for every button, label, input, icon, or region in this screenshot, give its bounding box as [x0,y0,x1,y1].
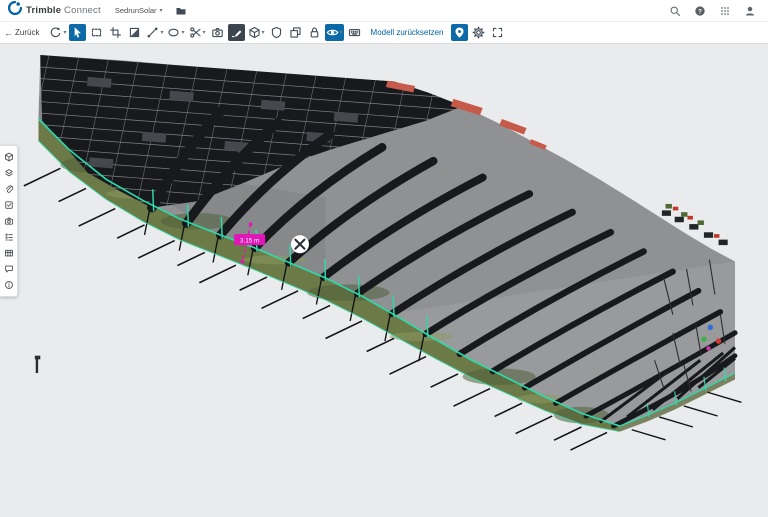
reset-model-button[interactable]: Modell zurücksetzen [365,28,450,37]
sidebar-item-properties[interactable] [1,245,17,261]
orbit-button[interactable]: ▾ [48,24,67,41]
sidebar-item-views[interactable] [1,213,17,229]
area-measure-button[interactable]: ▾ [166,24,185,41]
cube-icon [4,152,14,162]
select-button[interactable] [69,24,86,41]
help-tips-button[interactable] [451,24,468,41]
marquee-icon [90,26,103,39]
crop-button[interactable] [107,24,124,41]
half-square-icon [128,26,141,39]
chevron-down-icon: ▾ [160,8,163,14]
fullscreen-icon [491,26,504,39]
tree-list-icon [4,232,14,242]
keyboard-icon [348,26,361,39]
brand-text: Trimble Connect [26,5,101,16]
chevron-down-icon: ▾ [63,30,66,36]
paperclip-icon [4,184,14,194]
sidebar-item-models[interactable] [1,149,17,165]
viewer-sidebar [0,145,18,297]
chevron-down-icon: ▾ [203,30,206,36]
markup-button[interactable] [228,24,245,41]
help-icon[interactable]: ? [694,5,706,17]
crop-icon [109,26,122,39]
viewer-toolbar: ← Zurück ▾ ▾ ▾ ▾ ▾ ▾ Modell zurücksetzen [0,22,768,44]
folder-icon[interactable] [175,5,187,17]
layers-icon [4,168,14,178]
lock-icon [308,26,321,39]
chevron-down-icon: ▾ [262,30,265,36]
compare-button[interactable] [287,24,304,41]
section-box-button[interactable] [126,24,143,41]
check-square-icon [4,200,14,210]
camera-icon [211,26,224,39]
camera-icon [4,216,14,226]
topbar-actions: ? [669,5,760,17]
chevron-down-icon: ▾ [160,30,163,36]
top-app-bar: Trimble Connect SedrunSolar ▾ ? [0,0,768,22]
measure-icon [146,26,159,39]
toolbar-items: ▾ ▾ ▾ ▾ ▾ ▾ Modell zurücksetzen [48,24,506,41]
ellipse-icon [167,26,180,39]
snapshot-button[interactable] [209,24,226,41]
settings-button[interactable] [470,24,487,41]
back-arrow-icon: ← [4,28,13,38]
ghost-button[interactable] [268,24,285,41]
measurement-label: 3.15 m [240,237,259,244]
scissors-icon [189,26,202,39]
project-name: SedrunSolar [115,6,157,15]
views-button[interactable]: ▾ [247,24,266,41]
sidebar-item-todos[interactable] [1,197,17,213]
brand-secondary: Connect [64,5,101,16]
cube-icon [248,26,261,39]
shield-icon [270,26,283,39]
fullscreen-button[interactable] [489,24,506,41]
sidebar-item-organizer[interactable] [1,229,17,245]
back-label: Zurück [15,28,39,37]
copy-icon [289,26,302,39]
back-button[interactable]: ← Zurück [4,28,39,38]
pin-icon [453,26,466,39]
measure-button[interactable]: ▾ [145,24,164,41]
sidebar-item-comments[interactable] [1,261,17,277]
chevron-down-icon: ▾ [181,30,184,36]
project-selector[interactable]: SedrunSolar ▾ [115,6,163,15]
gear-icon [472,26,485,39]
table-icon [4,248,14,258]
shortcuts-button[interactable] [346,24,363,41]
3d-viewport[interactable]: 3.15 m [0,44,768,512]
svg-text:?: ? [698,8,702,15]
chevron-down-icon: ▾ [340,30,343,36]
sidebar-item-layers[interactable] [1,165,17,181]
trimble-logo-icon [8,1,22,20]
brand-primary: Trimble [26,5,61,16]
tools-marker[interactable] [291,235,309,253]
comment-icon [4,264,14,274]
viewport-container: 3.15 m [0,44,768,512]
lock-button[interactable] [306,24,323,41]
cursor-icon [71,26,84,39]
apps-grid-icon[interactable] [719,5,731,17]
info-icon [4,280,14,290]
orbit-icon [49,26,62,39]
marquee-button[interactable] [88,24,105,41]
sidebar-item-attachments[interactable] [1,181,17,197]
search-icon[interactable] [669,5,681,17]
visibility-button[interactable]: ▾ [325,24,344,41]
clip-button[interactable]: ▾ [188,24,207,41]
eye-icon [326,26,339,39]
markup-pen-icon [230,26,243,39]
sidebar-item-info[interactable] [1,277,17,293]
trimble-logo[interactable]: Trimble Connect [8,1,101,20]
user-icon[interactable] [744,5,756,17]
